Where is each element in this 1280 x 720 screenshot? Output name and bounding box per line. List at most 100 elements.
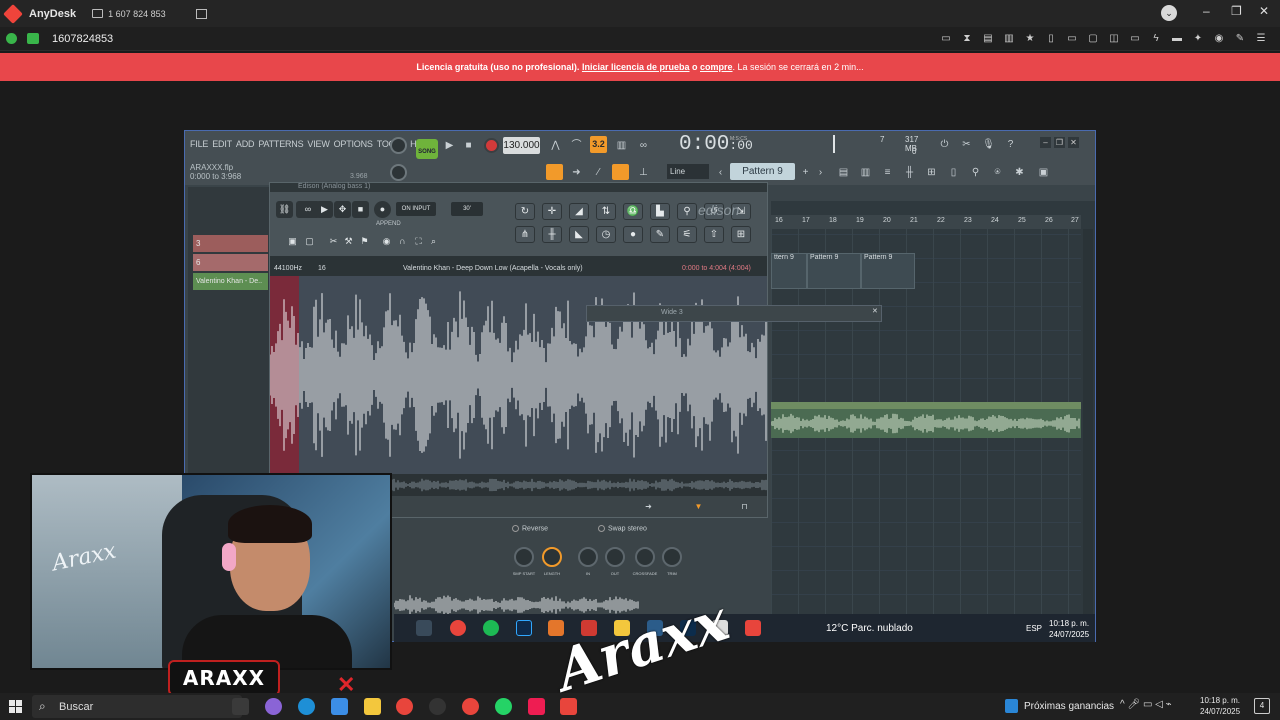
- record-icon[interactable]: ●: [374, 201, 391, 218]
- tools-icon[interactable]: ⚒: [340, 233, 357, 250]
- notification-center[interactable]: 4: [1254, 698, 1270, 714]
- crosshair-icon[interactable]: ✛: [542, 203, 562, 220]
- mixer-icon[interactable]: ╫: [901, 164, 918, 181]
- refresh-icon[interactable]: ↻: [515, 203, 535, 220]
- eye-icon[interactable]: ◉: [378, 233, 395, 250]
- menu-add[interactable]: ADD: [236, 139, 255, 149]
- tools-icon[interactable]: ✂: [958, 136, 975, 153]
- chrome-icon[interactable]: [450, 620, 466, 636]
- crossfade-knob[interactable]: [635, 547, 655, 567]
- denoise-icon[interactable]: ♎: [623, 203, 643, 220]
- link-icon[interactable]: ⛓: [276, 201, 293, 218]
- task-view-icon[interactable]: [232, 698, 249, 715]
- whatsapp-icon[interactable]: [495, 698, 512, 715]
- lock-icon[interactable]: ⊓: [736, 498, 753, 515]
- pattern-clip[interactable]: Pattern 9: [861, 253, 915, 289]
- menu-view[interactable]: VIEW: [307, 139, 329, 149]
- countdown-button[interactable]: 3.2: [590, 136, 607, 153]
- move-icon[interactable]: ✥: [334, 201, 351, 218]
- stop-icon[interactable]: ■: [352, 201, 369, 218]
- split-icon[interactable]: ⋔: [515, 226, 535, 243]
- link-button[interactable]: [612, 164, 629, 180]
- master-pitch-knob[interactable]: [390, 164, 407, 181]
- fl-close-button[interactable]: ✕: [1068, 137, 1079, 148]
- record-button[interactable]: [484, 138, 499, 153]
- append-toggle[interactable]: APPEND: [376, 221, 401, 227]
- fl-minimize-button[interactable]: –: [1040, 137, 1051, 148]
- record-mode-select[interactable]: ON INPUT: [396, 202, 436, 216]
- tempo-tapper-icon[interactable]: ⍟: [989, 164, 1006, 181]
- browser-item[interactable]: Valentino Khan - De..: [193, 273, 268, 290]
- remote-address[interactable]: 1607824853: [52, 33, 113, 45]
- stop-icon[interactable]: ■: [460, 137, 477, 154]
- screenshot-icon[interactable]: ◫: [1107, 32, 1121, 45]
- snap-select[interactable]: Line: [667, 164, 709, 179]
- fl-studio-icon[interactable]: [548, 620, 564, 636]
- trial-link[interactable]: Iniciar licencia de prueba: [582, 62, 690, 72]
- zoom-icon[interactable]: ⌕: [425, 233, 442, 250]
- fl-restore-button[interactable]: ❐: [1054, 137, 1065, 148]
- hourglass-icon[interactable]: ⧗: [960, 32, 974, 45]
- news-widget[interactable]: Próximas ganancias: [1024, 701, 1114, 712]
- anydesk-icon[interactable]: [560, 698, 577, 715]
- out-knob[interactable]: [605, 547, 625, 567]
- browser-item[interactable]: 6: [193, 254, 268, 271]
- comment-icon[interactable]: ▭: [1128, 32, 1142, 45]
- search-box[interactable]: ⌕ Buscar: [32, 695, 242, 718]
- clock-icon[interactable]: ◷: [596, 226, 616, 243]
- loop-record-icon[interactable]: ∞: [635, 137, 652, 154]
- clock[interactable]: 10:18 p. m. 24/07/2025: [1200, 695, 1240, 717]
- browser-icon[interactable]: ⊞: [923, 164, 940, 181]
- puzzle-icon[interactable]: ✦: [1191, 32, 1205, 45]
- pattern-prev-icon[interactable]: ‹: [712, 164, 729, 181]
- language-indicator[interactable]: ESP: [1026, 624, 1042, 633]
- marker-icon[interactable]: ⚑: [356, 233, 373, 250]
- save-icon[interactable]: ▣: [284, 233, 301, 250]
- playlist-icon[interactable]: ▤: [835, 164, 852, 181]
- user-menu-icon[interactable]: ⌄: [1161, 5, 1177, 21]
- swap-stereo-option[interactable]: Swap stereo: [598, 525, 647, 532]
- copy-icon[interactable]: ▢: [301, 233, 318, 250]
- chat-icon[interactable]: ▭: [939, 32, 953, 45]
- sample-start-knob[interactable]: [514, 547, 534, 567]
- folder-icon[interactable]: [364, 698, 381, 715]
- session-tab[interactable]: 1 607 824 853: [108, 9, 166, 19]
- play-icon[interactable]: ▶: [316, 201, 333, 218]
- arrow-right-icon[interactable]: ➜: [568, 164, 585, 181]
- playlist-scrollbar[interactable]: [1083, 229, 1093, 641]
- spectrum-icon[interactable]: ⚟: [677, 226, 697, 243]
- record-icon[interactable]: ◉: [1212, 32, 1226, 45]
- grid-icon[interactable]: ╫: [542, 226, 562, 243]
- mic-icon[interactable]: 🎙︎: [980, 136, 997, 153]
- buy-link[interactable]: compre: [700, 62, 733, 72]
- news-icon[interactable]: [1005, 699, 1018, 713]
- drop-icon[interactable]: ●: [623, 226, 643, 243]
- output-icon[interactable]: ▣: [1035, 164, 1052, 181]
- pattern-clip[interactable]: Pattern 9: [807, 253, 861, 289]
- monitor-icon[interactable]: ▭: [1065, 32, 1079, 45]
- pattern-clip[interactable]: ttern 9: [771, 253, 807, 289]
- spotify-icon[interactable]: [483, 620, 499, 636]
- wheel-icon[interactable]: ✱: [1011, 164, 1028, 181]
- reverse-option[interactable]: Reverse: [512, 525, 548, 532]
- piano-roll-icon[interactable]: ▥: [857, 164, 874, 181]
- photoshop-icon[interactable]: [516, 620, 532, 636]
- weather-widget[interactable]: 12°C Parc. nublado: [826, 623, 913, 634]
- step-edit-icon[interactable]: ▥: [613, 137, 630, 154]
- magnet-icon[interactable]: ∩: [394, 233, 411, 250]
- wide-plugin-window[interactable]: Wide 3 ✕: [586, 305, 882, 322]
- record-time-select[interactable]: 30': [451, 202, 483, 216]
- lightning-icon[interactable]: ϟ: [1149, 32, 1163, 45]
- playlist-view-button[interactable]: [546, 164, 563, 180]
- equalizer-icon[interactable]: ▙: [650, 203, 670, 220]
- brush-icon[interactable]: ⁄: [590, 164, 607, 181]
- fade-in-icon[interactable]: ◢: [569, 203, 589, 220]
- song-mode-button[interactable]: SONG: [416, 139, 438, 159]
- marker-icon[interactable]: ▼: [690, 498, 707, 515]
- close-button[interactable]: ✕: [1259, 4, 1269, 18]
- tempo-display[interactable]: 130.000: [503, 137, 540, 154]
- minimize-button[interactable]: –: [1203, 4, 1210, 18]
- menu-file[interactable]: FILE: [190, 139, 208, 149]
- task-view-icon[interactable]: [416, 620, 432, 636]
- plugin-close-icon[interactable]: ✕: [872, 307, 878, 315]
